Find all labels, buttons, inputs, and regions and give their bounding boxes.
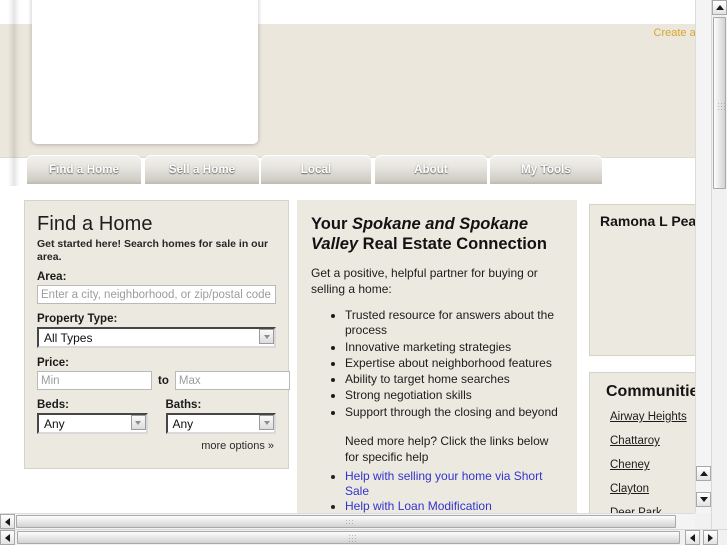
price-min-input[interactable] xyxy=(37,371,152,391)
horizontal-scroll-thumb[interactable] xyxy=(17,531,680,544)
page-frame: Create an a Find a Home Sell a Home Loca… xyxy=(0,0,711,529)
page-title: Your Spokane and Spokane Valley Real Est… xyxy=(311,214,563,254)
list-item: Strong negotiation skills xyxy=(345,388,563,403)
property-type-value: All Types xyxy=(37,327,276,349)
list-item: Ability to target home searches xyxy=(345,372,563,387)
scroll-left-arrow-icon-secondary[interactable] xyxy=(685,530,700,545)
community-link-chattaroy[interactable]: Chattaroy xyxy=(610,435,660,447)
main-content-column: Your Spokane and Spokane Valley Real Est… xyxy=(297,200,577,529)
scroll-up-arrow-icon[interactable] xyxy=(696,466,711,481)
browser-viewport: Create an a Find a Home Sell a Home Loca… xyxy=(0,0,727,545)
tab-about-label: About xyxy=(414,163,448,176)
vertical-scroll-thumb[interactable] xyxy=(713,17,726,189)
property-type-select[interactable]: All Types xyxy=(37,327,276,349)
inner-frame-horizontal-scrollbar[interactable] xyxy=(0,513,711,529)
beds-group: Beds: Any xyxy=(37,399,148,436)
find-a-home-title: Find a Home xyxy=(37,213,153,235)
list-item: Help with selling your home via Short Sa… xyxy=(345,469,563,499)
tab-find-a-home-label: Find a Home xyxy=(48,163,120,176)
scroll-up-arrow-icon[interactable] xyxy=(712,0,727,15)
agent-card: Ramona L Peacoc Offi Ext Ce Em xyxy=(589,204,711,356)
scroll-left-arrow-icon[interactable] xyxy=(0,530,15,545)
nav-underline-band xyxy=(0,184,711,200)
price-to-label: to xyxy=(158,374,169,387)
list-item: Support through the closing and beyond xyxy=(345,405,563,420)
tab-sell-a-home-label: Sell a Home xyxy=(168,163,236,176)
community-link-airway-heights[interactable]: Airway Heights xyxy=(610,411,687,423)
list-item: Trusted resource for answers about the p… xyxy=(345,308,563,338)
find-a-home-subtitle: Get started here! Search homes for sale … xyxy=(37,238,269,263)
page-title-part3: Real Estate Connection xyxy=(358,235,547,254)
page-content: Find a Home Get started here! Search hom… xyxy=(0,200,711,529)
beds-baths-row: Beds: Any Baths: Any xyxy=(37,399,276,436)
communities-panel: Communities S Airway Heights Chattaroy C… xyxy=(589,372,711,529)
tab-find-a-home[interactable]: Find a Home xyxy=(27,155,141,184)
tab-my-tools[interactable]: My Tools xyxy=(490,155,602,184)
benefits-list: Trusted resource for answers about the p… xyxy=(311,308,563,420)
area-label: Area: xyxy=(37,271,67,284)
find-a-home-panel: Find a Home Get started here! Search hom… xyxy=(24,200,290,469)
price-max-input[interactable] xyxy=(174,371,290,391)
inner-frame-vertical-scrollbar[interactable] xyxy=(695,0,711,513)
horizontal-scroll-thumb[interactable] xyxy=(16,515,676,528)
tab-local-label: Local xyxy=(300,163,332,176)
tab-sell-a-home[interactable]: Sell a Home xyxy=(145,155,259,184)
baths-group: Baths: Any xyxy=(165,399,276,436)
list-item: Expertise about neighborhood features xyxy=(345,356,563,371)
scroll-left-arrow-icon[interactable] xyxy=(0,514,15,529)
page-title-part1: Your xyxy=(311,215,352,233)
main-navigation: Find a Home Sell a Home Local About My T… xyxy=(0,155,711,185)
site-logo[interactable] xyxy=(32,0,258,144)
area-input[interactable] xyxy=(37,285,276,305)
inner-scroll-corner xyxy=(695,513,711,529)
chevron-down-icon[interactable] xyxy=(259,329,274,345)
baths-label: Baths: xyxy=(165,399,202,412)
community-link-clayton[interactable]: Clayton xyxy=(610,483,649,495)
community-link-cheney[interactable]: Cheney xyxy=(610,459,650,471)
browser-horizontal-scrollbar[interactable] xyxy=(0,529,727,545)
help-note: Need more help? Click the links below fo… xyxy=(345,433,549,464)
more-options-link[interactable]: more options » xyxy=(37,440,276,452)
tab-about[interactable]: About xyxy=(375,155,487,184)
chevron-down-icon[interactable] xyxy=(130,415,146,431)
scroll-down-arrow-icon[interactable] xyxy=(696,492,711,507)
browser-vertical-scrollbar[interactable] xyxy=(711,0,727,529)
price-range-row: to xyxy=(37,371,290,391)
beds-label: Beds: xyxy=(37,399,69,412)
property-type-label: Property Type: xyxy=(37,313,118,326)
scroll-right-arrow-icon[interactable] xyxy=(703,530,718,545)
tab-my-tools-label: My Tools xyxy=(521,163,571,176)
beds-select[interactable]: Any xyxy=(37,413,148,435)
price-label: Price: xyxy=(37,357,69,370)
loan-modification-help-link[interactable]: Help with Loan Modification xyxy=(345,499,492,513)
short-sale-help-link[interactable]: Help with selling your home via Short Sa… xyxy=(345,469,542,498)
chevron-down-icon[interactable] xyxy=(259,415,274,431)
intro-paragraph: Get a positive, helpful partner for buyi… xyxy=(311,266,538,297)
tab-local[interactable]: Local xyxy=(261,155,371,184)
list-item: Innovative marketing strategies xyxy=(345,340,563,355)
baths-select[interactable]: Any xyxy=(165,413,276,435)
